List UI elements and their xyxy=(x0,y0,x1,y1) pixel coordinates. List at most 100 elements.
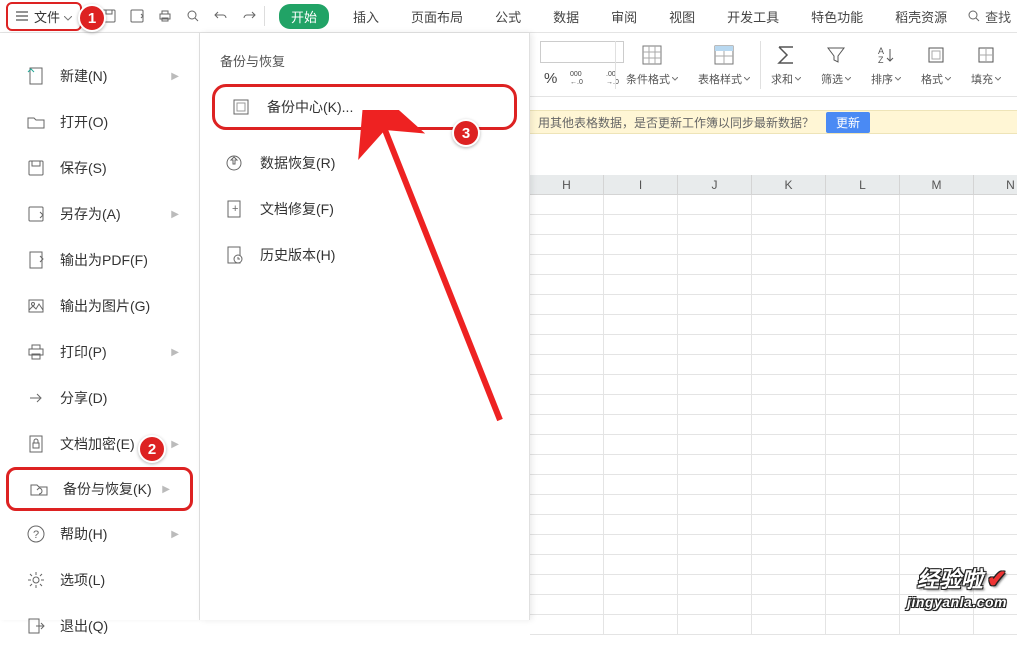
cell[interactable] xyxy=(530,435,604,455)
file-menu-exit[interactable]: 退出(Q) xyxy=(0,603,199,649)
sort-button[interactable]: AZ 排序 xyxy=(861,33,911,96)
cell[interactable] xyxy=(900,235,974,255)
cell[interactable] xyxy=(604,615,678,635)
cell[interactable] xyxy=(604,415,678,435)
find-button[interactable]: 查找 xyxy=(967,7,1011,26)
cell[interactable] xyxy=(530,335,604,355)
tab-feature[interactable]: 特色功能 xyxy=(803,3,871,30)
cell[interactable] xyxy=(530,495,604,515)
cell[interactable] xyxy=(678,295,752,315)
cell[interactable] xyxy=(826,355,900,375)
cell[interactable] xyxy=(604,395,678,415)
cell[interactable] xyxy=(974,315,1017,335)
cell[interactable] xyxy=(604,215,678,235)
cell[interactable] xyxy=(826,455,900,475)
cell[interactable] xyxy=(678,575,752,595)
cell[interactable] xyxy=(604,475,678,495)
cell[interactable] xyxy=(900,375,974,395)
cell[interactable] xyxy=(752,495,826,515)
cell[interactable] xyxy=(900,255,974,275)
cell[interactable] xyxy=(826,375,900,395)
col-header[interactable]: L xyxy=(826,175,900,195)
file-menu-open[interactable]: 打开(O) xyxy=(0,99,199,145)
tab-insert[interactable]: 插入 xyxy=(345,3,387,30)
cell[interactable] xyxy=(678,355,752,375)
cell[interactable] xyxy=(974,195,1017,215)
cell[interactable] xyxy=(678,235,752,255)
cell[interactable] xyxy=(826,275,900,295)
cell[interactable] xyxy=(678,515,752,535)
cell[interactable] xyxy=(974,395,1017,415)
cell[interactable] xyxy=(826,595,900,615)
cell[interactable] xyxy=(900,335,974,355)
cell[interactable] xyxy=(752,195,826,215)
cell[interactable] xyxy=(678,195,752,215)
file-menu-lock[interactable]: 文档加密(E)▶ xyxy=(0,421,199,467)
tab-formula[interactable]: 公式 xyxy=(487,3,529,30)
cell[interactable] xyxy=(678,335,752,355)
cell[interactable] xyxy=(530,615,604,635)
cell[interactable] xyxy=(974,615,1017,635)
cell[interactable] xyxy=(604,315,678,335)
cell[interactable] xyxy=(530,395,604,415)
cell[interactable] xyxy=(974,255,1017,275)
col-header[interactable]: K xyxy=(752,175,826,195)
cell[interactable] xyxy=(826,295,900,315)
cell[interactable] xyxy=(752,275,826,295)
cell[interactable] xyxy=(900,295,974,315)
cell[interactable] xyxy=(752,355,826,375)
cell[interactable] xyxy=(752,435,826,455)
inc-decimal-button[interactable]: 000←.0 xyxy=(567,69,597,88)
cell[interactable] xyxy=(752,395,826,415)
cell[interactable] xyxy=(678,275,752,295)
cell[interactable] xyxy=(678,535,752,555)
cell[interactable] xyxy=(900,455,974,475)
cell[interactable] xyxy=(604,495,678,515)
file-menu-options[interactable]: 选项(L) xyxy=(0,557,199,603)
cell[interactable] xyxy=(900,195,974,215)
cell[interactable] xyxy=(974,375,1017,395)
cell[interactable] xyxy=(604,195,678,215)
cell[interactable] xyxy=(530,295,604,315)
col-header[interactable]: I xyxy=(604,175,678,195)
cell[interactable] xyxy=(826,495,900,515)
file-menu-image[interactable]: 输出为图片(G) xyxy=(0,283,199,329)
cell[interactable] xyxy=(530,555,604,575)
number-format-combo[interactable] xyxy=(540,41,624,63)
cell[interactable] xyxy=(826,555,900,575)
preview-icon[interactable] xyxy=(184,7,202,25)
sum-button[interactable]: 求和 xyxy=(761,33,811,96)
cell[interactable] xyxy=(530,215,604,235)
saveas-icon[interactable] xyxy=(128,7,146,25)
cell[interactable] xyxy=(604,515,678,535)
format-button[interactable]: 格式 xyxy=(911,33,961,96)
cell[interactable] xyxy=(826,195,900,215)
cell[interactable] xyxy=(604,295,678,315)
cell[interactable] xyxy=(826,615,900,635)
file-menu-saveas[interactable]: 另存为(A)▶ xyxy=(0,191,199,237)
cell[interactable] xyxy=(826,475,900,495)
cell[interactable] xyxy=(752,615,826,635)
cell[interactable] xyxy=(752,455,826,475)
tab-view[interactable]: 视图 xyxy=(661,3,703,30)
cell[interactable] xyxy=(900,355,974,375)
cell[interactable] xyxy=(974,235,1017,255)
fill-button[interactable]: 填充 xyxy=(961,33,1011,96)
cell[interactable] xyxy=(604,235,678,255)
cell[interactable] xyxy=(678,595,752,615)
table-style-button[interactable]: 表格样式 xyxy=(688,33,760,96)
cell[interactable] xyxy=(530,375,604,395)
cell[interactable] xyxy=(678,455,752,475)
cell[interactable] xyxy=(974,455,1017,475)
submenu-history[interactable]: 历史版本(H) xyxy=(208,232,521,278)
cell[interactable] xyxy=(752,595,826,615)
cell[interactable] xyxy=(530,255,604,275)
cell[interactable] xyxy=(678,215,752,235)
cell[interactable] xyxy=(900,415,974,435)
tab-layout[interactable]: 页面布局 xyxy=(403,3,471,30)
cell[interactable] xyxy=(826,315,900,335)
file-menu-new[interactable]: 新建(N)▶ xyxy=(0,53,199,99)
cell[interactable] xyxy=(678,475,752,495)
print-icon[interactable] xyxy=(156,7,174,25)
cell[interactable] xyxy=(900,475,974,495)
